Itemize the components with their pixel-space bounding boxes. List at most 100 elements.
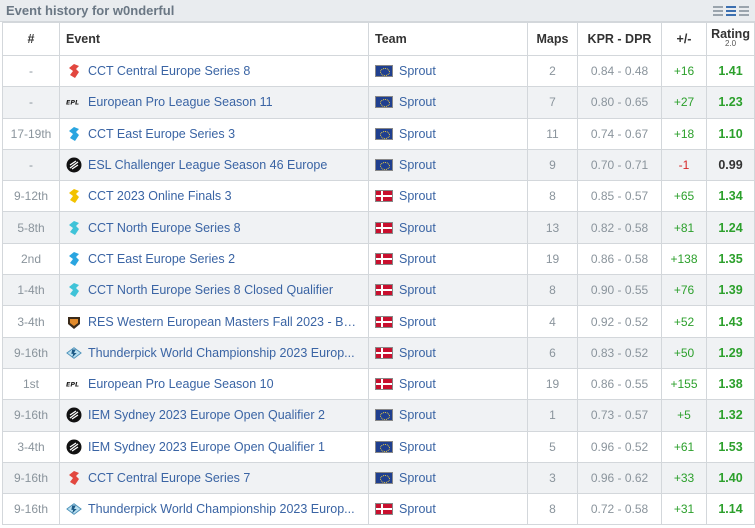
event-link[interactable]: CCT Central Europe Series 7 — [88, 471, 250, 485]
table-row[interactable]: 9-16th Thunderpick World Championship 20… — [2, 336, 755, 369]
event-cell[interactable]: Thunderpick World Championship 2023 Euro… — [59, 493, 369, 526]
col-header-team[interactable]: Team — [368, 22, 528, 56]
team-link[interactable]: Sprout — [399, 346, 436, 360]
team-link[interactable]: Sprout — [399, 189, 436, 203]
team-link[interactable]: Sprout — [399, 252, 436, 266]
compact-list-view-icon[interactable] — [713, 5, 723, 16]
event-cell[interactable]: CCT Central Europe Series 7 — [59, 461, 369, 495]
col-header-maps[interactable]: Maps — [527, 22, 578, 56]
place-cell: - — [2, 54, 60, 88]
team-cell[interactable]: Sprout — [368, 242, 528, 276]
event-cell[interactable]: CCT Central Europe Series 8 — [59, 54, 369, 88]
maps-cell: 19 — [527, 367, 578, 401]
team-cell[interactable]: Sprout — [368, 86, 528, 119]
table-row[interactable]: 9-16th Thunderpick World Championship 20… — [2, 493, 755, 526]
event-link[interactable]: IEM Sydney 2023 Europe Open Qualifier 2 — [88, 408, 325, 422]
col-header-event[interactable]: Event — [59, 22, 369, 56]
team-link[interactable]: Sprout — [399, 440, 436, 454]
team-link[interactable]: Sprout — [399, 127, 436, 141]
team-cell[interactable]: Sprout — [368, 367, 528, 401]
table-row[interactable]: 1st EPL European Pro League Season 10 Sp… — [2, 367, 755, 401]
table-row[interactable]: - CCT Central Europe Series 8 Sprout 2 0… — [2, 54, 755, 88]
event-cell[interactable]: CCT East Europe Series 2 — [59, 242, 369, 276]
team-link[interactable]: Sprout — [399, 471, 436, 485]
event-cell[interactable]: EPL European Pro League Season 10 — [59, 367, 369, 401]
col-header-rating[interactable]: Rating 2.0 — [706, 22, 755, 56]
team-link[interactable]: Sprout — [399, 64, 436, 78]
team-cell[interactable]: Sprout — [368, 54, 528, 88]
event-logo-icon — [66, 470, 82, 486]
event-cell[interactable]: ESL Challenger League Season 46 Europe — [59, 148, 369, 182]
team-cell[interactable]: Sprout — [368, 493, 528, 526]
team-cell[interactable]: Sprout — [368, 117, 528, 150]
team-cell[interactable]: Sprout — [368, 336, 528, 369]
team-link[interactable]: Sprout — [399, 95, 436, 109]
event-cell[interactable]: CCT 2023 Online Finals 3 — [59, 180, 369, 213]
event-cell[interactable]: CCT North Europe Series 8 Closed Qualifi… — [59, 274, 369, 307]
diff-cell: +65 — [661, 180, 707, 213]
team-link[interactable]: Sprout — [399, 408, 436, 422]
rating-cell: 1.34 — [706, 180, 755, 213]
team-cell[interactable]: Sprout — [368, 461, 528, 495]
event-link[interactable]: CCT North Europe Series 8 Closed Qualifi… — [88, 283, 333, 297]
maps-cell: 11 — [527, 117, 578, 150]
team-cell[interactable]: Sprout — [368, 430, 528, 463]
col-header-diff[interactable]: +/- — [661, 22, 707, 56]
event-link[interactable]: CCT East Europe Series 3 — [88, 127, 235, 141]
team-cell[interactable]: Sprout — [368, 180, 528, 213]
place-cell: 9-16th — [2, 399, 60, 432]
maps-cell: 3 — [527, 461, 578, 495]
flag-icon — [375, 221, 393, 234]
table-row[interactable]: 9-12th CCT 2023 Online Finals 3 Sprout 8… — [2, 180, 755, 213]
detailed-list-view-icon[interactable] — [739, 5, 749, 16]
kpr-dpr-cell: 0.72 - 0.58 — [577, 493, 662, 526]
team-link[interactable]: Sprout — [399, 377, 436, 391]
event-cell[interactable]: Thunderpick World Championship 2023 Euro… — [59, 336, 369, 369]
list-view-icon[interactable] — [726, 5, 736, 16]
team-link[interactable]: Sprout — [399, 283, 436, 297]
table-row[interactable]: 17-19th CCT East Europe Series 3 Sprout … — [2, 117, 755, 150]
table-row[interactable]: 9-16th CCT Central Europe Series 7 Sprou… — [2, 461, 755, 495]
event-link[interactable]: ESL Challenger League Season 46 Europe — [88, 158, 327, 172]
kpr-dpr-cell: 0.85 - 0.57 — [577, 180, 662, 213]
event-link[interactable]: CCT 2023 Online Finals 3 — [88, 189, 232, 203]
team-link[interactable]: Sprout — [399, 221, 436, 235]
table-row[interactable]: 5-8th CCT North Europe Series 8 Sprout 1… — [2, 211, 755, 244]
event-link[interactable]: Thunderpick World Championship 2023 Euro… — [88, 346, 355, 360]
event-cell[interactable]: CCT East Europe Series 3 — [59, 117, 369, 150]
table-row[interactable]: - ESL Challenger League Season 46 Europe… — [2, 148, 755, 182]
flag-icon — [375, 284, 393, 297]
event-link[interactable]: European Pro League Season 10 — [88, 377, 274, 391]
diff-cell: +138 — [661, 242, 707, 276]
event-cell[interactable]: CCT North Europe Series 8 — [59, 211, 369, 244]
event-link[interactable]: IEM Sydney 2023 Europe Open Qualifier 1 — [88, 440, 325, 454]
team-cell[interactable]: Sprout — [368, 399, 528, 432]
event-link[interactable]: CCT East Europe Series 2 — [88, 252, 235, 266]
event-cell[interactable]: IEM Sydney 2023 Europe Open Qualifier 1 — [59, 430, 369, 463]
place-cell: 1-4th — [2, 274, 60, 307]
col-header-kpr-dpr[interactable]: KPR - DPR — [577, 22, 662, 56]
event-link[interactable]: CCT Central Europe Series 8 — [88, 64, 250, 78]
team-link[interactable]: Sprout — [399, 502, 436, 516]
event-link[interactable]: RES Western European Masters Fall 2023 -… — [88, 315, 362, 329]
event-link[interactable]: Thunderpick World Championship 2023 Euro… — [88, 502, 355, 516]
team-cell[interactable]: Sprout — [368, 305, 528, 338]
team-cell[interactable]: Sprout — [368, 211, 528, 244]
table-row[interactable]: 1-4th CCT North Europe Series 8 Closed Q… — [2, 274, 755, 307]
table-row[interactable]: 9-16th IEM Sydney 2023 Europe Open Quali… — [2, 399, 755, 432]
event-cell[interactable]: EPL European Pro League Season 11 — [59, 86, 369, 119]
team-cell[interactable]: Sprout — [368, 274, 528, 307]
table-row[interactable]: 3-4th IEM Sydney 2023 Europe Open Qualif… — [2, 430, 755, 463]
table-row[interactable]: 3-4th RES Western European Masters Fall … — [2, 305, 755, 338]
team-link[interactable]: Sprout — [399, 315, 436, 329]
event-cell[interactable]: RES Western European Masters Fall 2023 -… — [59, 305, 369, 338]
table-row[interactable]: - EPL European Pro League Season 11 Spro… — [2, 86, 755, 119]
event-cell[interactable]: IEM Sydney 2023 Europe Open Qualifier 2 — [59, 399, 369, 432]
team-cell[interactable]: Sprout — [368, 148, 528, 182]
table-row[interactable]: 2nd CCT East Europe Series 2 Sprout 19 0… — [2, 242, 755, 276]
col-header-place[interactable]: # — [2, 22, 60, 56]
event-link[interactable]: European Pro League Season 11 — [88, 95, 273, 109]
flag-icon — [375, 252, 393, 265]
team-link[interactable]: Sprout — [399, 158, 436, 172]
event-link[interactable]: CCT North Europe Series 8 — [88, 221, 241, 235]
